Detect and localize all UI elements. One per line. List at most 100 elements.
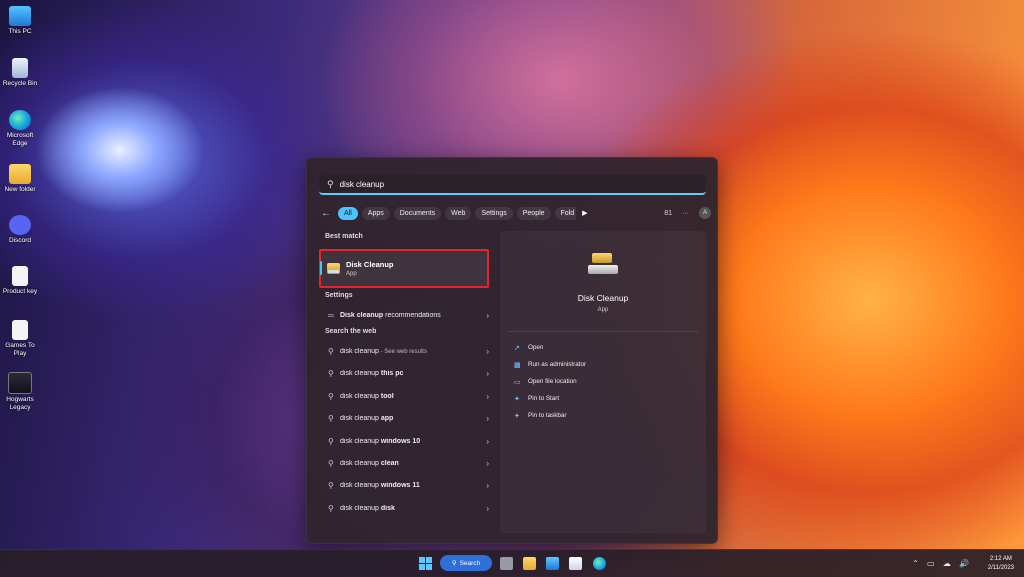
chevron-right-icon: › [486, 459, 489, 469]
web-result-base: disk cleanup [340, 370, 381, 378]
divider [508, 331, 698, 332]
action-label: Open [528, 344, 544, 351]
desktop-icon-discord[interactable]: Discord [0, 215, 40, 245]
windows-start-icon[interactable] [419, 557, 432, 570]
chevron-right-icon: › [486, 414, 489, 424]
open-icon: ↗ [514, 344, 520, 352]
detail-pane: Disk Cleanup App ↗ Open ▩ Run as adminis… [500, 231, 706, 533]
task-view-icon[interactable] [500, 557, 513, 570]
clock-time: 2:12 AM [989, 556, 1012, 562]
chevron-right-icon: › [486, 369, 489, 379]
web-result-base: disk cleanup [340, 392, 381, 400]
filter-all[interactable]: All [338, 206, 358, 220]
settings-heading: Settings [325, 292, 353, 299]
document-icon [12, 320, 28, 340]
store-icon[interactable] [569, 557, 582, 570]
search-icon: ⚲ [327, 178, 334, 189]
action-label: Run as administrator [528, 361, 587, 368]
search-icon: ⚲ [328, 459, 334, 469]
filter-apps[interactable]: Apps [361, 206, 390, 220]
web-result[interactable]: ⚲ disk cleanup windows 11 › [317, 475, 497, 497]
filter-settings[interactable]: Settings [475, 206, 513, 220]
chevron-right-icon: › [486, 436, 489, 446]
desktop-icon-label: Hogwarts Legacy [6, 396, 34, 411]
action-pin-to-taskbar[interactable]: ✦ Pin to taskbar [514, 407, 586, 424]
desktop-icon-edge[interactable]: Microsoft Edge [0, 110, 40, 148]
web-result-base: disk cleanup [340, 437, 381, 445]
clock[interactable]: 2:12 AM 2/11/2023 [988, 555, 1014, 573]
web-result-bold: windows 11 [380, 482, 420, 490]
web-result[interactable]: ⚲ disk cleanup - See web results › [317, 340, 497, 362]
chevron-right-icon: › [486, 310, 489, 320]
action-label: Pin to Start [528, 395, 560, 402]
pin-icon: ✦ [514, 412, 520, 420]
filter-web[interactable]: Web [445, 206, 472, 220]
detail-title: Disk Cleanup [577, 293, 629, 303]
action-run-as-admin[interactable]: ▩ Run as administrator [514, 356, 586, 373]
search-icon: ⚲ [328, 481, 334, 491]
web-result[interactable]: ⚲ disk cleanup tool › [317, 385, 497, 407]
best-match-heading: Best match [325, 233, 363, 240]
result-count-badge: 81 [664, 209, 672, 217]
desktop-icon-new-folder[interactable]: New folder [0, 164, 40, 194]
action-open[interactable]: ↗ Open [514, 339, 586, 356]
chevron-right-icon: › [486, 481, 489, 491]
desktop-icon-label: Microsoft Edge [6, 132, 34, 147]
edge-icon[interactable] [593, 557, 606, 570]
edge-icon [9, 110, 31, 130]
desktop-icon-this-pc[interactable]: This PC [0, 6, 40, 36]
filter-folders[interactable]: Fold [554, 206, 577, 220]
search-input[interactable] [339, 179, 660, 189]
desktop-icon-games-to-play[interactable]: Games To Play [0, 320, 40, 358]
search-icon: ⚲ [328, 369, 334, 379]
action-open-file-location[interactable]: ▭ Open file location [514, 373, 586, 390]
settings-result-disk-cleanup[interactable]: ═ Disk cleanup recommendations › [317, 304, 497, 326]
chevron-right-icon: › [486, 503, 489, 513]
desktop-icon-product-key[interactable]: Product key [0, 266, 40, 296]
web-result[interactable]: ⚲ disk cleanup disk › [317, 497, 497, 519]
action-pin-to-start[interactable]: ✦ Pin to Start [514, 390, 586, 407]
play-arrow-icon[interactable]: ▶ [582, 209, 587, 217]
system-tray[interactable]: ⌃ ▭ ☁ 🔊 [912, 559, 972, 568]
web-result-bold: app [380, 415, 394, 423]
widgets-icon[interactable] [546, 557, 559, 570]
desktop-icon-hogwarts-legacy[interactable]: Hogwarts Legacy [0, 372, 40, 412]
search-icon: ⚲ [328, 436, 334, 446]
avatar[interactable]: A [699, 207, 711, 219]
web-result-bold: clean [380, 460, 399, 468]
best-match-disk-cleanup[interactable]: Disk Cleanup App [319, 249, 489, 288]
web-heading: Search the web [325, 328, 377, 336]
disk-cleanup-icon [588, 253, 618, 277]
detail-actions: ↗ Open ▩ Run as administrator ▭ Open fil… [514, 339, 586, 424]
discord-icon [9, 215, 31, 235]
action-label: Pin to taskbar [528, 412, 567, 419]
filter-people[interactable]: People [516, 206, 551, 220]
search-icon: ⚲ [328, 414, 334, 424]
desktop-icon-label: Games To Play [5, 342, 35, 357]
web-result[interactable]: ⚲ disk cleanup windows 10 › [317, 430, 497, 452]
web-result[interactable]: ⚲ disk cleanup this pc › [317, 363, 497, 385]
pin-icon: ✦ [514, 395, 520, 403]
game-icon [8, 372, 32, 394]
desktop-icon-label: This PC [8, 28, 32, 35]
best-match-subtitle: App [346, 271, 357, 277]
search-box[interactable]: ⚲ [319, 175, 706, 195]
file-explorer-icon[interactable] [523, 557, 536, 570]
taskbar-search-button[interactable]: ⚲ Search [440, 555, 492, 571]
web-result-hint: - See web results [378, 349, 427, 356]
desktop-icon-recycle-bin[interactable]: Recycle Bin [0, 58, 40, 88]
web-result[interactable]: ⚲ disk cleanup clean › [317, 452, 497, 474]
folder-icon [9, 164, 31, 184]
clock-date: 2/11/2023 [987, 565, 1014, 571]
document-icon [12, 266, 28, 286]
chevron-right-icon: › [486, 347, 489, 357]
settings-result-bold: Disk cleanup [340, 311, 384, 319]
search-icon: ⚲ [451, 560, 457, 567]
web-result[interactable]: ⚲ disk cleanup app › [317, 408, 497, 430]
web-result-bold: disk [380, 504, 395, 512]
more-options-button[interactable]: ··· [682, 210, 689, 217]
best-match-title: Disk Cleanup [346, 260, 394, 269]
desktop-icon-label: Discord [8, 237, 32, 244]
back-arrow-icon[interactable]: ← [321, 208, 331, 219]
filter-documents[interactable]: Documents [393, 206, 442, 220]
